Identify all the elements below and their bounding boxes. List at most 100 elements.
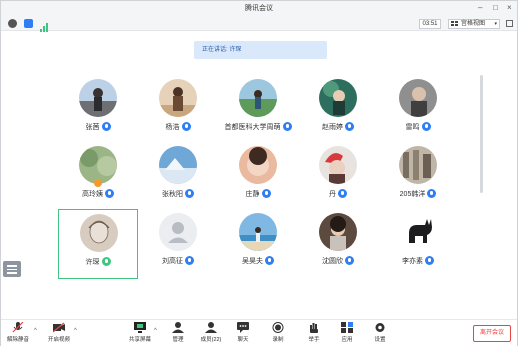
microphone-icon [425,256,434,265]
window-title: 腾讯会议 [245,5,273,12]
participant-tile[interactable]: 吴昊夫 [218,209,298,279]
minimize-icon[interactable]: – [478,3,482,13]
apps-button[interactable]: 应用 [332,322,362,343]
settings-label: 设置 [374,337,386,343]
speaking-banner: 正在讲话: 许琛 [194,41,327,59]
participant-tile[interactable]: 205韩洋 [378,142,458,212]
chat-icon [237,322,249,333]
participant-tile[interactable]: 李亦素 [378,209,458,279]
fullscreen-icon[interactable] [506,20,513,27]
start-video-label: 开启视频 [47,337,70,343]
participant-tile[interactable]: 杨浩 [138,75,218,145]
microphone-icon [338,189,347,198]
participant-tile[interactable]: 沈圆欣 [298,209,378,279]
raise-hand-label: 举手 [308,337,320,343]
avatar [319,79,357,117]
share-screen-label: 共享屏幕 [128,337,151,343]
close-icon[interactable]: × [507,3,512,13]
avatar [239,213,277,251]
shield-icon[interactable] [24,19,33,28]
participant-name: 张秋阳 [138,189,218,199]
avatar [239,146,277,184]
microphone-icon [261,189,271,198]
maximize-icon[interactable]: □ [493,3,498,13]
view-mode-label: 宫格视图 [461,21,486,27]
microphone-icon [105,189,114,198]
hand-icon [310,323,318,333]
participant-name: 高玲姨 [58,189,138,199]
participant-name: 首都医科大学周萌 [218,122,298,132]
chat-label: 聊天 [237,337,249,343]
participant-name: 丹 [298,189,378,199]
participant-tile-active-speaker[interactable]: 许琛 [58,209,138,279]
participant-name: 张茜 [58,122,138,132]
grid-icon [451,21,458,27]
participant-name: 杨浩 [138,122,218,132]
unmute-label: 解除静音 [6,337,29,343]
microphone-icon [101,122,111,131]
microphone-icon [181,122,191,131]
participant-tile[interactable]: 丹 [298,142,378,212]
meeting-timer: 03:51 [419,19,441,29]
avatar [239,79,277,117]
signal-icon[interactable] [40,19,49,32]
participant-name: 刘高征 [138,256,218,266]
participant-tile[interactable]: 庄静 [218,142,298,212]
settings-button[interactable]: 设置 [365,322,395,343]
record-icon [272,322,284,333]
participant-tile[interactable]: 张秋阳 [138,142,218,212]
record-button[interactable]: 录制 [263,322,293,343]
members-icon [205,322,217,333]
view-mode-select[interactable]: 宫格视图 ▾ [448,19,500,29]
avatar [80,214,118,252]
participant-name: 沈圆欣 [298,256,378,266]
host-badge-icon [94,179,102,187]
participant-tile[interactable]: 赵雨婷 [298,75,378,145]
chevron-up-icon[interactable]: ^ [154,328,157,334]
members-label: 成员(22) [200,337,222,343]
microphone-icon [421,122,431,131]
start-video-button[interactable]: 开启视频 [44,322,74,343]
meeting-window: 腾讯会议 – □ × 03:51 宫格视图 ▾ 正在讲话: 许琛 张茜 杨浩 首… [0,0,518,346]
members-button[interactable]: 成员(22) [196,322,226,343]
record-label: 录制 [272,337,284,343]
default-avatar-icon [159,213,197,251]
avatar [399,146,437,184]
microphone-icon [282,122,292,131]
participant-name: 庄静 [218,189,298,199]
apps-icon [341,322,353,333]
participant-name: 吴昊夫 [218,256,298,266]
unmute-button[interactable]: 解除静音 [3,322,33,343]
avatar [159,79,197,117]
share-screen-button[interactable]: 共享屏幕 [125,322,155,343]
participant-tile[interactable]: 高玲姨 [58,142,138,212]
participant-tile[interactable]: 首都医科大学周萌 [218,75,298,145]
status-bar: 03:51 宫格视图 ▾ [1,17,517,32]
meeting-toolbar: 解除静音 ^ 开启视频 ^ 共享屏幕 ^ 管理 成员(22) 聊天 录制 举手 … [1,319,517,346]
avatar [399,213,437,251]
chat-button[interactable]: 聊天 [228,322,258,343]
participant-name: 雷鸣 [378,122,458,132]
grid-scrollbar[interactable] [480,75,483,193]
video-off-icon [53,322,65,333]
participant-list-toggle-button[interactable] [3,261,21,277]
avatar [79,79,117,117]
participant-tile[interactable]: 张茜 [58,75,138,145]
microphone-icon [345,122,354,131]
manage-button[interactable]: 管理 [163,322,193,343]
leave-meeting-button[interactable]: 离开会议 [473,325,511,342]
chevron-up-icon[interactable]: ^ [34,328,37,334]
microphone-icon [185,256,194,265]
manage-label: 管理 [172,337,184,343]
chevron-up-icon[interactable]: ^ [74,328,77,334]
info-icon[interactable] [8,19,17,28]
participant-name: 许琛 [59,257,137,267]
title-bar: 腾讯会议 – □ × [1,1,517,17]
speaking-microphone-icon [101,257,111,266]
avatar [319,146,357,184]
participant-tile[interactable]: 刘高征 [138,209,218,279]
microphone-icon [427,189,437,198]
participant-tile[interactable]: 雷鸣 [378,75,458,145]
microphone-icon [345,256,354,265]
raise-hand-button[interactable]: 举手 [299,322,329,343]
